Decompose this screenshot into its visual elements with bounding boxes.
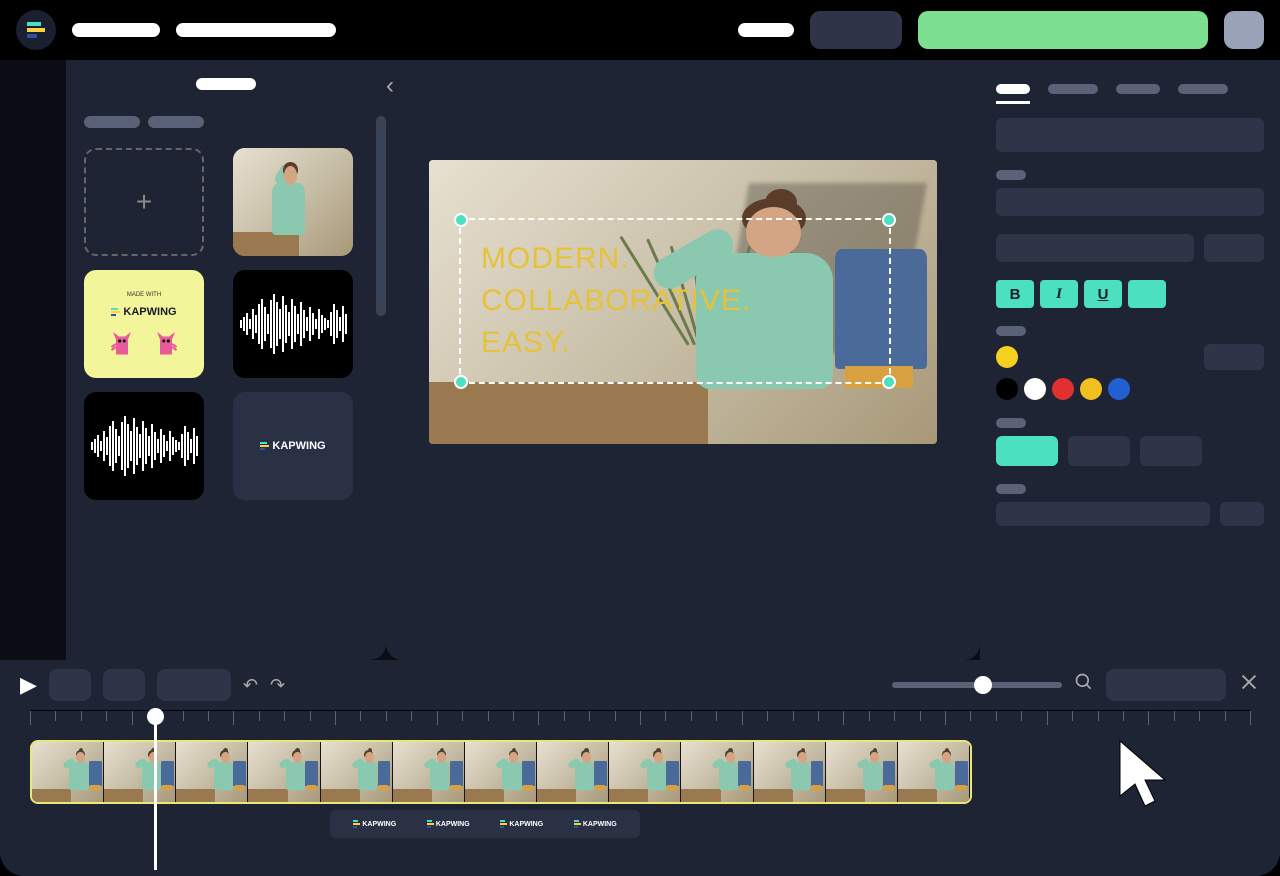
search-icon[interactable]	[1074, 672, 1094, 698]
app-window: ‹ +	[0, 0, 1280, 876]
playhead[interactable]	[154, 710, 157, 870]
resize-handle-tl[interactable]	[454, 213, 468, 227]
close-timeline-icon[interactable]	[1238, 671, 1260, 700]
spacing-input[interactable]	[1204, 234, 1264, 262]
add-media-button[interactable]: +	[84, 148, 204, 256]
color-blue[interactable]	[1108, 378, 1130, 400]
media-tab-images[interactable]	[148, 116, 204, 128]
tl-chip-1[interactable]	[49, 669, 91, 701]
resize-handle-tr[interactable]	[882, 213, 896, 227]
style-option-2[interactable]	[1068, 436, 1130, 466]
collapse-panel-icon[interactable]: ‹	[386, 72, 394, 100]
header	[0, 0, 1280, 60]
play-button[interactable]: ▶	[20, 672, 37, 698]
bold-button[interactable]: B	[996, 280, 1034, 308]
tl-chip-2[interactable]	[103, 669, 145, 701]
canvas[interactable]: MODERN. COLLABORATIVE. EASY.	[429, 160, 937, 444]
media-thumb-video[interactable]	[233, 148, 353, 256]
text-element[interactable]: MODERN. COLLABORATIVE. EASY.	[459, 218, 891, 384]
app-logo[interactable]	[16, 10, 56, 50]
tab-animate[interactable]	[1178, 84, 1228, 94]
color-yellow[interactable]	[1080, 378, 1102, 400]
breadcrumb[interactable]	[176, 23, 336, 37]
color-red[interactable]	[1052, 378, 1074, 400]
main-content: ‹ +	[0, 60, 1280, 660]
align-select[interactable]	[996, 234, 1194, 262]
media-panel-title	[196, 78, 256, 90]
timeline-ruler[interactable]	[30, 710, 1250, 734]
media-thumb-kapwing-dark[interactable]: KAPWING	[233, 392, 353, 500]
font-select[interactable]	[996, 118, 1264, 152]
opacity-slider[interactable]	[996, 502, 1210, 526]
tl-chip-time[interactable]	[1106, 669, 1226, 701]
header-label	[738, 23, 794, 37]
opacity-value[interactable]	[1220, 502, 1264, 526]
scrollbar[interactable]	[376, 116, 386, 316]
video-track[interactable]	[30, 740, 972, 804]
media-thumb-audio-2[interactable]	[84, 392, 204, 500]
cursor-icon	[1110, 736, 1180, 816]
tl-chip-3[interactable]	[157, 669, 231, 701]
plus-icon: +	[136, 186, 152, 218]
underline-button[interactable]: U	[1084, 280, 1122, 308]
size-label	[996, 170, 1026, 180]
color-black[interactable]	[996, 378, 1018, 400]
timeline-controls: ▶ ↶ ↷	[0, 660, 1280, 710]
style-active[interactable]	[996, 436, 1058, 466]
selected-color[interactable]	[996, 346, 1018, 368]
color-hex-input[interactable]	[1204, 344, 1264, 370]
media-tab-upload[interactable]	[84, 116, 140, 128]
media-thumb-audio-1[interactable]	[233, 270, 353, 378]
header-btn-secondary[interactable]	[810, 11, 902, 49]
zoom-slider[interactable]	[892, 682, 1062, 688]
overlay-track[interactable]: KAPWINGKAPWINGKAPWINGKAPWING	[330, 810, 640, 838]
avatar[interactable]	[1224, 11, 1264, 49]
tool-sidebar	[0, 60, 66, 660]
timeline: ▶ ↶ ↷ KAPWINGKAPWINGKAPWINGKAPWING	[0, 660, 1280, 876]
tab-timing[interactable]	[1116, 84, 1160, 94]
redo-button[interactable]: ↷	[270, 675, 285, 696]
header-btn-primary[interactable]	[918, 11, 1208, 49]
resize-handle-br[interactable]	[882, 375, 896, 389]
zoom-thumb[interactable]	[974, 676, 992, 694]
color-label	[996, 326, 1026, 336]
format-button-4[interactable]	[1128, 280, 1166, 308]
size-input[interactable]	[996, 188, 1264, 216]
tab-edit[interactable]	[996, 84, 1030, 94]
properties-panel: B I U	[980, 60, 1280, 660]
style-option-3[interactable]	[1140, 436, 1202, 466]
tab-effects[interactable]	[1048, 84, 1098, 94]
canvas-area[interactable]: MODERN. COLLABORATIVE. EASY.	[386, 60, 980, 660]
undo-button[interactable]: ↶	[243, 675, 258, 696]
media-grid: + MADE WITH KA	[66, 136, 386, 512]
media-thumb-kapwing[interactable]: MADE WITH KAPWING	[84, 270, 204, 378]
color-white[interactable]	[1024, 378, 1046, 400]
italic-button[interactable]: I	[1040, 280, 1078, 308]
media-panel: ‹ +	[66, 60, 386, 660]
resize-handle-bl[interactable]	[454, 375, 468, 389]
opacity-label	[996, 484, 1026, 494]
style-label	[996, 418, 1026, 428]
project-title[interactable]	[72, 23, 160, 37]
